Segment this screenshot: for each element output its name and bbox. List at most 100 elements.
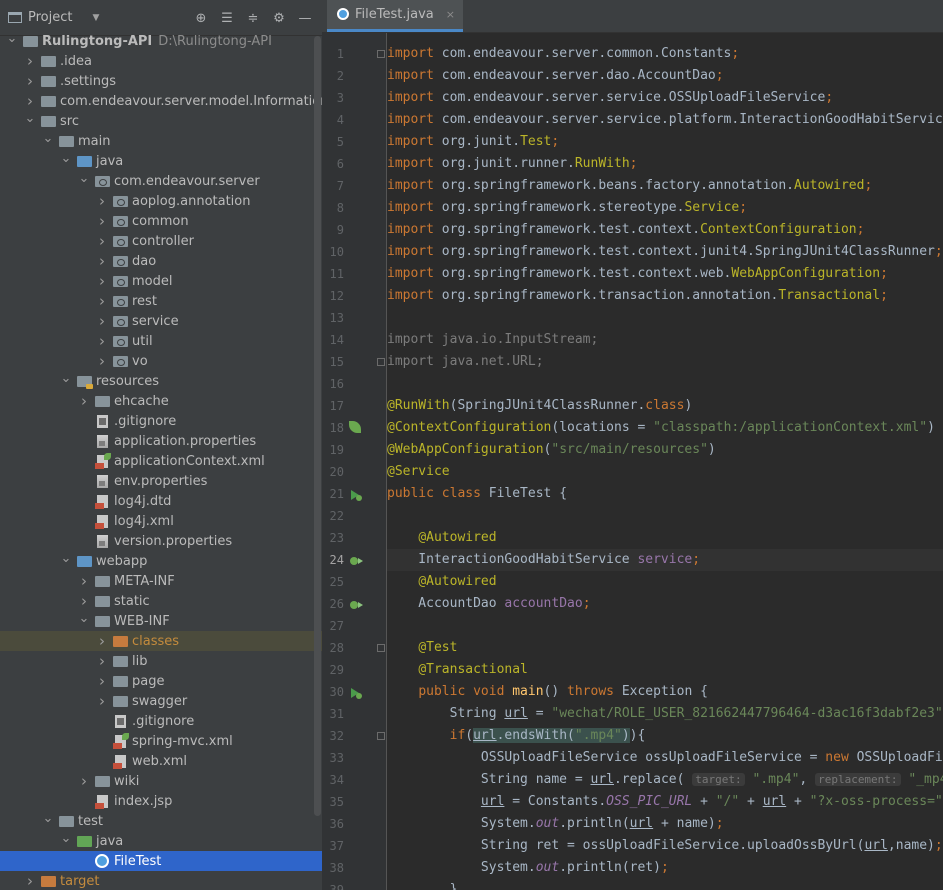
tree-item-gitignore[interactable]: .gitignore — [0, 711, 322, 731]
tree-item-lib[interactable]: › lib — [0, 651, 322, 671]
fold-marker-icon[interactable] — [377, 50, 385, 58]
chevron-right-icon[interactable]: › — [96, 631, 108, 651]
chevron-right-icon[interactable]: › — [96, 651, 108, 671]
code-line[interactable]: import java.net.URL; — [387, 351, 943, 373]
tree-item-vo[interactable]: › vo — [0, 351, 322, 371]
tree-item-applicationcontext-xml[interactable]: applicationContext.xml — [0, 451, 322, 471]
code-line[interactable]: System.out.println(url + name); — [387, 813, 943, 835]
tree-item-env-properties[interactable]: env.properties — [0, 471, 322, 491]
code-line[interactable]: @RunWith(SpringJUnit4ClassRunner.class) — [387, 395, 943, 417]
code-line[interactable]: import org.springframework.transaction.a… — [387, 285, 943, 307]
tree-item-rulingtong-api[interactable]: ⌄ Rulingtong-API D:\Rulingtong-API — [0, 31, 322, 51]
tree-item-target[interactable]: › target — [0, 871, 322, 890]
code-line[interactable]: @Transactional — [387, 659, 943, 681]
chevron-right-icon[interactable]: › — [96, 331, 108, 351]
chevron-right-icon[interactable]: › — [96, 191, 108, 211]
tab-filetest[interactable]: FileTest.java × — [327, 0, 463, 32]
chevron-right-icon[interactable]: › — [24, 51, 36, 71]
run-test-icon[interactable] — [349, 487, 363, 501]
minimize-icon[interactable]: — — [294, 7, 316, 29]
code-line[interactable]: url = Constants.OSS_PIC_URL + "/" + url … — [387, 791, 943, 813]
bean-navigation-icon[interactable] — [349, 553, 363, 567]
chevron-right-icon[interactable]: › — [96, 211, 108, 231]
code-line[interactable]: AccountDao accountDao; — [387, 593, 943, 615]
code-line[interactable]: import org.springframework.stereotype.Se… — [387, 197, 943, 219]
code-line[interactable]: OSSUploadFileService ossUploadFileServic… — [387, 747, 943, 769]
close-icon[interactable]: × — [446, 8, 455, 21]
code-line[interactable] — [387, 615, 943, 637]
code-line[interactable]: String url = "wechat/ROLE_USER_821662447… — [387, 703, 943, 725]
tree-item-test[interactable]: ⌄ test — [0, 811, 322, 831]
code-line[interactable]: System.out.println(ret); — [387, 857, 943, 879]
tree-item-swagger[interactable]: › swagger — [0, 691, 322, 711]
code-line[interactable]: import com.endeavour.server.service.OSSU… — [387, 87, 943, 109]
tree-item-main[interactable]: ⌄ main — [0, 131, 322, 151]
chevron-right-icon[interactable]: › — [24, 71, 36, 91]
code-line[interactable]: String name = url.replace( target: ".mp4… — [387, 769, 943, 791]
chevron-right-icon[interactable]: › — [78, 571, 90, 591]
tree-item-wiki[interactable]: › wiki — [0, 771, 322, 791]
code-line[interactable]: @ContextConfiguration(locations = "class… — [387, 417, 943, 439]
chevron-down-icon[interactable]: ⌄ — [60, 828, 72, 848]
chevron-down-icon[interactable]: ⌄ — [60, 148, 72, 168]
tree-item-controller[interactable]: › controller — [0, 231, 322, 251]
tree-item-page[interactable]: › page — [0, 671, 322, 691]
tree-item-settings[interactable]: › .settings — [0, 71, 322, 91]
chevron-right-icon[interactable]: › — [96, 291, 108, 311]
code-line[interactable]: public class FileTest { — [387, 483, 943, 505]
tree-item-filetest[interactable]: FileTest — [0, 851, 322, 871]
tree-item-java[interactable]: ⌄ java — [0, 151, 322, 171]
tree-item-ehcache[interactable]: › ehcache — [0, 391, 322, 411]
code-line[interactable]: @Test — [387, 637, 943, 659]
chevron-down-icon[interactable]: ▼ — [92, 13, 99, 23]
locate-icon[interactable]: ⊕ — [190, 7, 212, 29]
code-line[interactable]: import com.endeavour.server.dao.AccountD… — [387, 65, 943, 87]
collapse-all-icon[interactable]: ≑ — [242, 7, 264, 29]
code-line[interactable]: import com.endeavour.server.common.Const… — [387, 43, 943, 65]
chevron-right-icon[interactable]: › — [96, 251, 108, 271]
tree-item-rest[interactable]: › rest — [0, 291, 322, 311]
spring-leaf-icon[interactable] — [349, 421, 361, 433]
code-line[interactable]: import org.springframework.test.context.… — [387, 241, 943, 263]
code-line[interactable]: } — [387, 879, 943, 890]
code-line[interactable]: @Autowired — [387, 571, 943, 593]
fold-marker-icon[interactable] — [377, 644, 385, 652]
tree-item-util[interactable]: › util — [0, 331, 322, 351]
tree-item-gitignore[interactable]: .gitignore — [0, 411, 322, 431]
run-test-icon[interactable] — [349, 685, 363, 699]
code-line[interactable]: import org.springframework.test.context.… — [387, 263, 943, 285]
code-line[interactable] — [387, 505, 943, 527]
fold-marker-icon[interactable] — [377, 732, 385, 740]
chevron-down-icon[interactable]: ⌄ — [60, 548, 72, 568]
tree-item-model[interactable]: › model — [0, 271, 322, 291]
chevron-down-icon[interactable]: ⌄ — [78, 608, 90, 628]
code-line[interactable] — [387, 307, 943, 329]
tree-item-classes[interactable]: › classes — [0, 631, 322, 651]
tree-item-static[interactable]: › static — [0, 591, 322, 611]
project-view-selector[interactable]: Project ▼ — [8, 10, 99, 25]
chevron-down-icon[interactable]: ⌄ — [42, 808, 54, 828]
code-line[interactable] — [387, 373, 943, 395]
code-line[interactable]: import com.endeavour.server.service.plat… — [387, 109, 943, 131]
code-line[interactable]: @Autowired — [387, 527, 943, 549]
code-line[interactable]: InteractionGoodHabitService service; — [387, 549, 943, 571]
code-line[interactable]: String ret = ossUploadFileService.upload… — [387, 835, 943, 857]
tree-item-com-endeavour-server[interactable]: ⌄ com.endeavour.server — [0, 171, 322, 191]
code-line[interactable]: @WebAppConfiguration("src/main/resources… — [387, 439, 943, 461]
tree-item-log4j-xml[interactable]: log4j.xml — [0, 511, 322, 531]
chevron-down-icon[interactable]: ⌄ — [42, 128, 54, 148]
code-line[interactable]: import java.io.InputStream; — [387, 329, 943, 351]
code-line[interactable]: import org.springframework.beans.factory… — [387, 175, 943, 197]
chevron-right-icon[interactable]: › — [96, 671, 108, 691]
project-tree-scrollbar[interactable] — [314, 36, 321, 816]
chevron-right-icon[interactable]: › — [78, 771, 90, 791]
chevron-down-icon[interactable]: ⌄ — [78, 168, 90, 188]
gear-icon[interactable]: ⚙ — [268, 7, 290, 29]
tree-item-web-inf[interactable]: ⌄ WEB-INF — [0, 611, 322, 631]
chevron-right-icon[interactable]: › — [24, 871, 36, 890]
chevron-right-icon[interactable]: › — [96, 271, 108, 291]
code-line[interactable]: import org.junit.runner.RunWith; — [387, 153, 943, 175]
chevron-down-icon[interactable]: ⌄ — [6, 28, 18, 48]
chevron-right-icon[interactable]: › — [96, 311, 108, 331]
code-line[interactable]: if(url.endsWith(".mp4")){ — [387, 725, 943, 747]
